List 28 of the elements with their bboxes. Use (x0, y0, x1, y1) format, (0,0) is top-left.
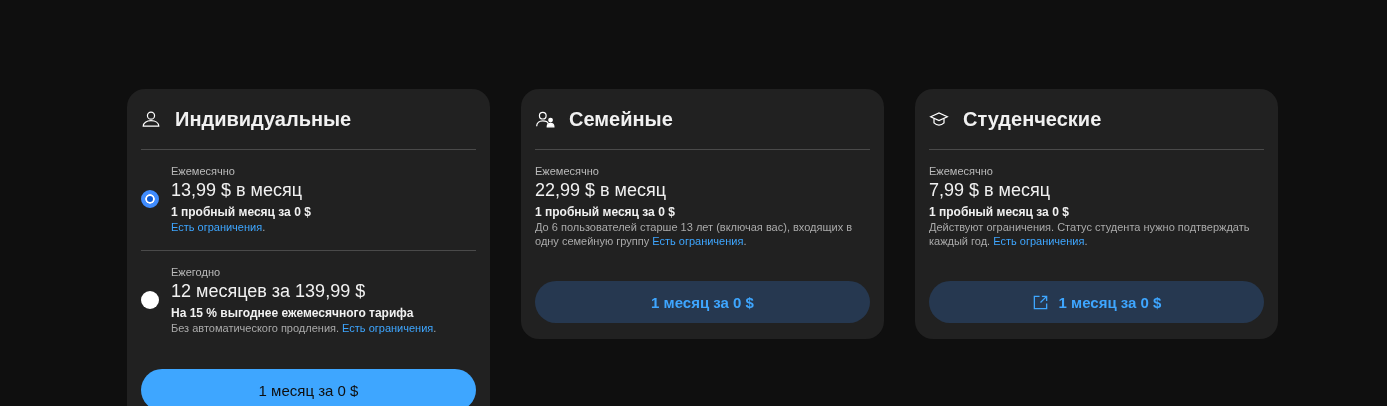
plan-title: Студенческие (963, 107, 1102, 131)
billing-period: Ежегодно (171, 265, 222, 279)
trial-button[interactable]: 1 месяц за 0 $ (535, 281, 870, 323)
note-text: До 6 пользователей старше 13 лет (включая вас), входящих в одну семейную группу Есть ограничения. (535, 220, 854, 248)
billing-period: Ежемесячно (171, 164, 236, 178)
person-icon (141, 109, 161, 129)
trial-button[interactable]: 1 месяц за 0 $ (141, 369, 476, 406)
plan-title: Семейные (569, 107, 673, 131)
offer-text: 1 пробный месяц за 0 $ (171, 204, 311, 220)
offer-text: 1 пробный месяц за 0 $ (929, 204, 1070, 220)
note-text: Есть ограничения. (171, 220, 267, 234)
external-link-icon (1031, 293, 1049, 311)
billing-period: Ежемесячно (929, 164, 994, 178)
billing-period: Ежемесячно (535, 164, 600, 178)
plan-title: Индивидуальные (175, 107, 352, 131)
radio-button[interactable] (141, 291, 159, 309)
offer-text: На 15 % выгоднее ежемесячного тарифа (171, 305, 415, 321)
price: 7,99 $ в месяц (929, 179, 1052, 202)
trial-button[interactable]: 1 месяц за 0 $ (929, 281, 1264, 323)
note-text: Действуют ограничения. Статус студента нужно подтверждать каждый год. Есть ограничения. (929, 220, 1251, 248)
price: 22,99 $ в месяц (535, 179, 668, 202)
radio-button[interactable] (141, 190, 159, 208)
offer-text: 1 пробный месяц за 0 $ (535, 204, 676, 220)
price: 13,99 $ в месяц (171, 179, 304, 202)
graduation-cap-icon (929, 109, 949, 129)
note-text: Без автоматического продления. Есть ограничения. (171, 321, 437, 335)
price: 12 месяцев за 139,99 $ (171, 280, 367, 303)
people-icon (535, 109, 555, 129)
